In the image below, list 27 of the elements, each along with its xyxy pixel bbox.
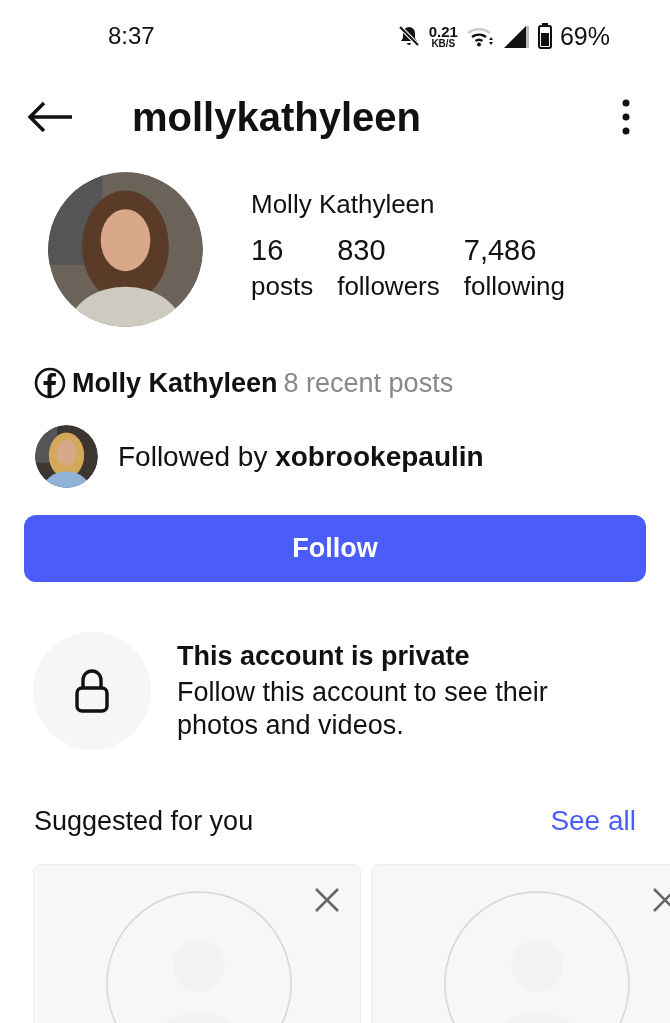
clock: 8:37 — [108, 22, 156, 50]
private-title: This account is private — [177, 641, 471, 673]
follow-button[interactable]: Follow — [24, 515, 646, 582]
profile-username: mollykathyleen — [132, 94, 422, 140]
battery-percentage: 69% — [559, 21, 610, 51]
battery-icon — [537, 23, 552, 49]
network-speed: 0.21 — [428, 23, 458, 39]
see-all-link[interactable]: See all — [550, 805, 636, 837]
recent-posts-count: 8 recent posts — [283, 367, 454, 399]
stat-count: 830 — [337, 234, 387, 267]
facebook-name[interactable]: Molly Kathyleen — [72, 367, 278, 399]
back-arrow-icon[interactable] — [26, 101, 74, 133]
stat-count: 16 — [251, 234, 285, 267]
stat-label[interactable]: followers — [337, 271, 440, 302]
speed-unit: KB/S — [431, 38, 456, 49]
wifi-icon — [465, 25, 496, 47]
section-title: Suggested for you — [34, 805, 254, 837]
more-options-icon[interactable] — [622, 99, 630, 135]
profile-name: Molly Kathyleen — [251, 189, 436, 220]
facebook-icon — [34, 367, 66, 399]
stat-label[interactable]: posts — [251, 271, 314, 302]
stat-label[interactable]: following — [463, 271, 565, 302]
signal-icon — [503, 24, 530, 48]
muted-bell-icon — [396, 24, 421, 48]
followed-by-text[interactable]: Followed by xobrookepaulin — [118, 440, 484, 473]
stat-count: 7,486 — [463, 234, 538, 267]
private-description: Follow this account to see their photos and videos. — [177, 676, 549, 741]
